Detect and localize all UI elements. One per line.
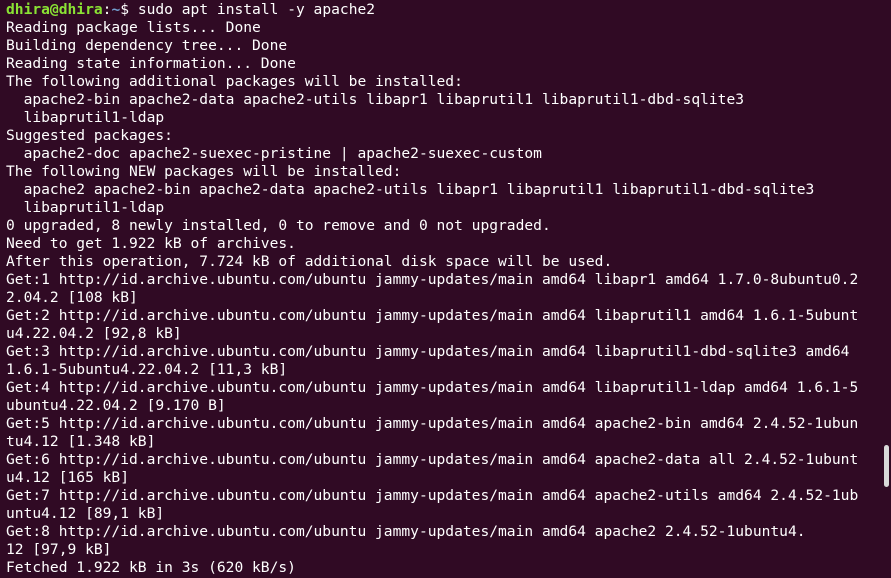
- output-line: apache2-doc apache2-suexec-pristine | ap…: [6, 145, 542, 162]
- output-line: 0 upgraded, 8 newly installed, 0 to remo…: [6, 217, 551, 234]
- output-line: libaprutil1-ldap: [6, 109, 165, 126]
- output-line: apache2-bin apache2-data apache2-utils l…: [6, 91, 745, 108]
- prompt-line: dhira@dhira:~$ sudo apt install -y apach…: [6, 1, 879, 19]
- output-line: 2.04.2 [108 kB]: [6, 289, 138, 306]
- output-line: u4.12 [165 kB]: [6, 469, 130, 486]
- prompt-path: ~: [111, 1, 121, 18]
- output-line: After this operation, 7.724 kB of additi…: [6, 253, 613, 270]
- output-line: The following NEW packages will be insta…: [6, 163, 402, 180]
- terminal-window[interactable]: dhira@dhira:~$ sudo apt install -y apach…: [0, 0, 891, 578]
- output-line: Get:5 http://id.archive.ubuntu.com/ubunt…: [6, 415, 859, 432]
- output-line: Need to get 1.922 kB of archives.: [6, 235, 296, 252]
- output-line: ubuntu4.22.04.2 [9.170 B]: [6, 397, 226, 414]
- output-line: Suggested packages:: [6, 127, 173, 144]
- output-line: 12 [97,9 kB]: [6, 541, 112, 558]
- output-line: Get:1 http://id.archive.ubuntu.com/ubunt…: [6, 271, 859, 288]
- output-line: Reading state information... Done: [6, 55, 296, 72]
- output-line: Get:6 http://id.archive.ubuntu.com/ubunt…: [6, 451, 859, 468]
- output-line: u4.22.04.2 [92,8 kB]: [6, 325, 182, 342]
- output-line: Get:8 http://id.archive.ubuntu.com/ubunt…: [6, 523, 806, 540]
- output-line: tu4.12 [1.348 kB]: [6, 433, 156, 450]
- output-line: Get:3 http://id.archive.ubuntu.com/ubunt…: [6, 343, 850, 360]
- prompt-user-host: dhira@dhira: [6, 1, 103, 18]
- output-line: apache2 apache2-bin apache2-data apache2…: [6, 181, 815, 198]
- prompt-command: sudo apt install -y apache2: [137, 1, 376, 18]
- output-line: Fetched 1.922 kB in 3s (620 kB/s): [6, 559, 296, 576]
- output-line: libaprutil1-ldap: [6, 199, 165, 216]
- output-line: The following additional packages will b…: [6, 73, 463, 90]
- output-line: Building dependency tree... Done: [6, 37, 288, 54]
- output-line: Reading package lists... Done: [6, 19, 261, 36]
- output-line: Get:4 http://id.archive.ubuntu.com/ubunt…: [6, 379, 859, 396]
- output-line: untu4.12 [89,1 kB]: [6, 505, 165, 522]
- prompt-symbol: $: [120, 1, 138, 18]
- terminal-output: dhira@dhira:~$ sudo apt install -y apach…: [6, 1, 879, 577]
- output-line: 1.6.1-5ubuntu4.22.04.2 [11,3 kB]: [6, 361, 288, 378]
- vertical-scrollbar[interactable]: [884, 445, 889, 487]
- output-line: Get:7 http://id.archive.ubuntu.com/ubunt…: [6, 487, 859, 504]
- output-line: Get:2 http://id.archive.ubuntu.com/ubunt…: [6, 307, 859, 324]
